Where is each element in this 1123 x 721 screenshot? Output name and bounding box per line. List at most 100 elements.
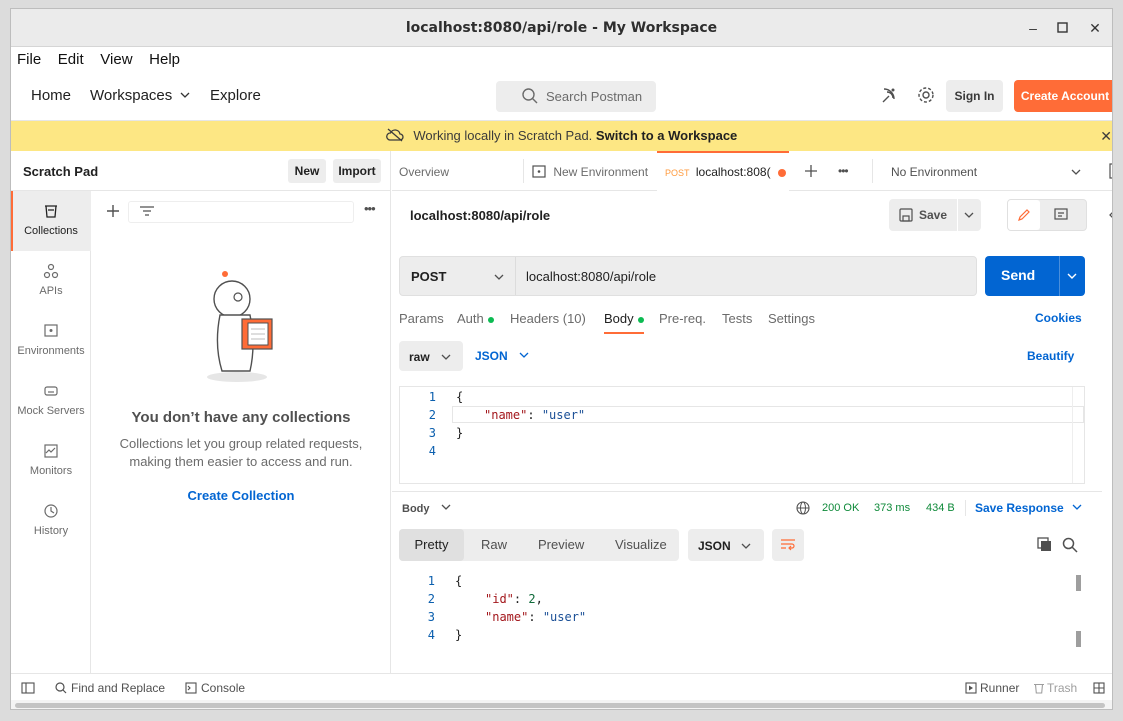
toggle-sidebar-icon[interactable]: [21, 682, 35, 694]
scratch-pad-banner: Working locally in Scratch Pad. Switch t…: [11, 121, 1112, 151]
new-button[interactable]: New: [288, 159, 326, 183]
wrap-lines-button[interactable]: [772, 529, 804, 561]
editor-scrollbar[interactable]: [1072, 387, 1084, 483]
globe-icon[interactable]: [796, 501, 810, 515]
menu-file[interactable]: File: [11, 47, 41, 68]
banner-text: Working locally in Scratch Pad.: [413, 128, 593, 143]
trash-label: Trash: [1047, 681, 1078, 695]
save-response-button[interactable]: Save Response: [975, 501, 1082, 515]
plus-icon[interactable]: [106, 204, 120, 218]
comment-icon[interactable]: [1054, 208, 1068, 222]
create-account-button[interactable]: Create Account: [1014, 80, 1112, 112]
tab-preview[interactable]: Preview: [538, 537, 584, 552]
beautify-link[interactable]: Beautify: [1027, 349, 1074, 363]
import-button[interactable]: Import: [333, 159, 381, 183]
tab-auth[interactable]: Auth: [457, 311, 494, 326]
tab-new-environment[interactable]: New Environment: [532, 151, 648, 191]
tab-label: Auth: [457, 311, 484, 326]
sidebar-header: Scratch Pad New Import: [11, 151, 391, 191]
nav-workspaces[interactable]: Workspaces: [90, 87, 190, 104]
tab-body[interactable]: Body: [604, 311, 644, 334]
tab-overview[interactable]: Overview: [399, 151, 449, 191]
nav-home[interactable]: Home: [31, 87, 71, 104]
request-body-editor[interactable]: 1 2 3 4 { "name": "user" }: [399, 386, 1085, 484]
runner-icon: [965, 682, 977, 694]
nav-explore[interactable]: Explore: [210, 87, 261, 104]
send-button[interactable]: Send: [985, 256, 1085, 296]
sidebar-item-environments[interactable]: Environments: [11, 311, 91, 371]
response-bar: Body 200 OK 373 ms 434 B Save Response: [392, 491, 1102, 523]
tab-more-icon[interactable]: •••: [838, 164, 849, 178]
copy-icon[interactable]: [1037, 537, 1053, 553]
menu-help[interactable]: Help: [143, 47, 180, 68]
search-input[interactable]: Search Postman: [496, 81, 656, 112]
response-time[interactable]: 373 ms: [874, 502, 910, 514]
response-body-select[interactable]: Body: [402, 502, 451, 515]
json-key: "name": [485, 610, 529, 624]
save-response-label: Save Response: [975, 501, 1064, 515]
tab-pretty[interactable]: Pretty: [399, 529, 464, 561]
environment-quick-look-icon[interactable]: [1109, 163, 1113, 179]
response-format-select[interactable]: JSON: [688, 529, 764, 561]
switch-workspace-link[interactable]: Switch to a Workspace: [596, 128, 737, 143]
tab-settings[interactable]: Settings: [768, 311, 815, 326]
tab-raw[interactable]: Raw: [481, 537, 507, 552]
sidebar-item-mock-servers[interactable]: Mock Servers: [11, 371, 91, 431]
more-options-icon[interactable]: •••: [364, 201, 376, 216]
runner-label: Runner: [980, 681, 1020, 695]
tab-visualize[interactable]: Visualize: [615, 537, 667, 552]
tab-tests[interactable]: Tests: [722, 311, 752, 326]
method-select[interactable]: POST: [400, 257, 516, 295]
sidebar-item-monitors[interactable]: Monitors: [11, 431, 91, 491]
console-button[interactable]: Console: [185, 681, 245, 695]
chevron-down-icon[interactable]: [1067, 271, 1077, 281]
runner-button[interactable]: Runner: [965, 681, 1019, 695]
response-body-viewer[interactable]: 1 2 3 4 { "id": 2, "name": "user" }: [399, 571, 1085, 671]
maximize-icon[interactable]: [1051, 17, 1073, 39]
url-input[interactable]: localhost:8080/api/role: [526, 269, 656, 284]
trash-button[interactable]: Trash: [1033, 681, 1077, 695]
save-button[interactable]: Save: [889, 199, 981, 231]
response-scrollbar[interactable]: [1076, 575, 1081, 591]
gear-icon[interactable]: [915, 84, 937, 106]
tab-params[interactable]: Params: [399, 311, 444, 326]
cookies-link[interactable]: Cookies: [1035, 311, 1082, 325]
create-collection-link[interactable]: Create Collection: [92, 488, 390, 503]
banner-close-icon[interactable]: ✕: [1100, 128, 1112, 145]
menu-edit[interactable]: Edit: [52, 47, 84, 68]
save-label: Save: [919, 208, 948, 222]
horizontal-scrollbar[interactable]: [11, 700, 1112, 709]
search-icon[interactable]: [1062, 537, 1078, 553]
body-language-value: JSON: [475, 349, 508, 363]
status-dot-icon: [637, 316, 644, 323]
sync-satellite-icon[interactable]: [879, 84, 901, 106]
menu-view[interactable]: View: [94, 47, 132, 68]
empty-desc-line: Collections let you group related reques…: [119, 436, 363, 451]
collapse-right-panel-icon[interactable]: [1108, 209, 1113, 221]
sidebar-item-history[interactable]: History: [11, 491, 91, 551]
sign-in-button[interactable]: Sign In: [946, 80, 1003, 112]
tab-headers[interactable]: Headers (10): [510, 311, 586, 326]
body-mode-select[interactable]: raw: [399, 341, 463, 371]
tab-prerequest[interactable]: Pre-req.: [659, 311, 706, 326]
find-replace-button[interactable]: Find and Replace: [55, 681, 165, 695]
close-icon[interactable]: ✕: [1084, 17, 1106, 39]
status-code[interactable]: 200 OK: [822, 502, 859, 514]
filter-input[interactable]: [128, 201, 354, 223]
chevron-down-icon[interactable]: [964, 210, 974, 220]
json-string: "user": [541, 408, 586, 422]
menu-bar: File Edit View Help: [11, 47, 1112, 71]
environment-select[interactable]: No Environment: [891, 165, 1081, 179]
two-pane-view-icon[interactable]: [1093, 682, 1105, 694]
new-tab-icon[interactable]: [804, 164, 818, 178]
tab-label: Body: [604, 311, 634, 326]
scrollbar-thumb[interactable]: [15, 703, 1105, 708]
response-size[interactable]: 434 B: [926, 502, 955, 514]
body-language-select[interactable]: JSON: [475, 349, 529, 363]
tab-active-request[interactable]: POST localhost:808(: [657, 151, 789, 191]
edit-mode-button[interactable]: [1008, 200, 1040, 230]
sidebar-item-collections[interactable]: Collections: [11, 191, 91, 251]
sidebar-item-apis[interactable]: APIs: [11, 251, 91, 311]
nav-workspaces-label: Workspaces: [90, 87, 173, 104]
minimize-icon[interactable]: –: [1022, 17, 1044, 39]
